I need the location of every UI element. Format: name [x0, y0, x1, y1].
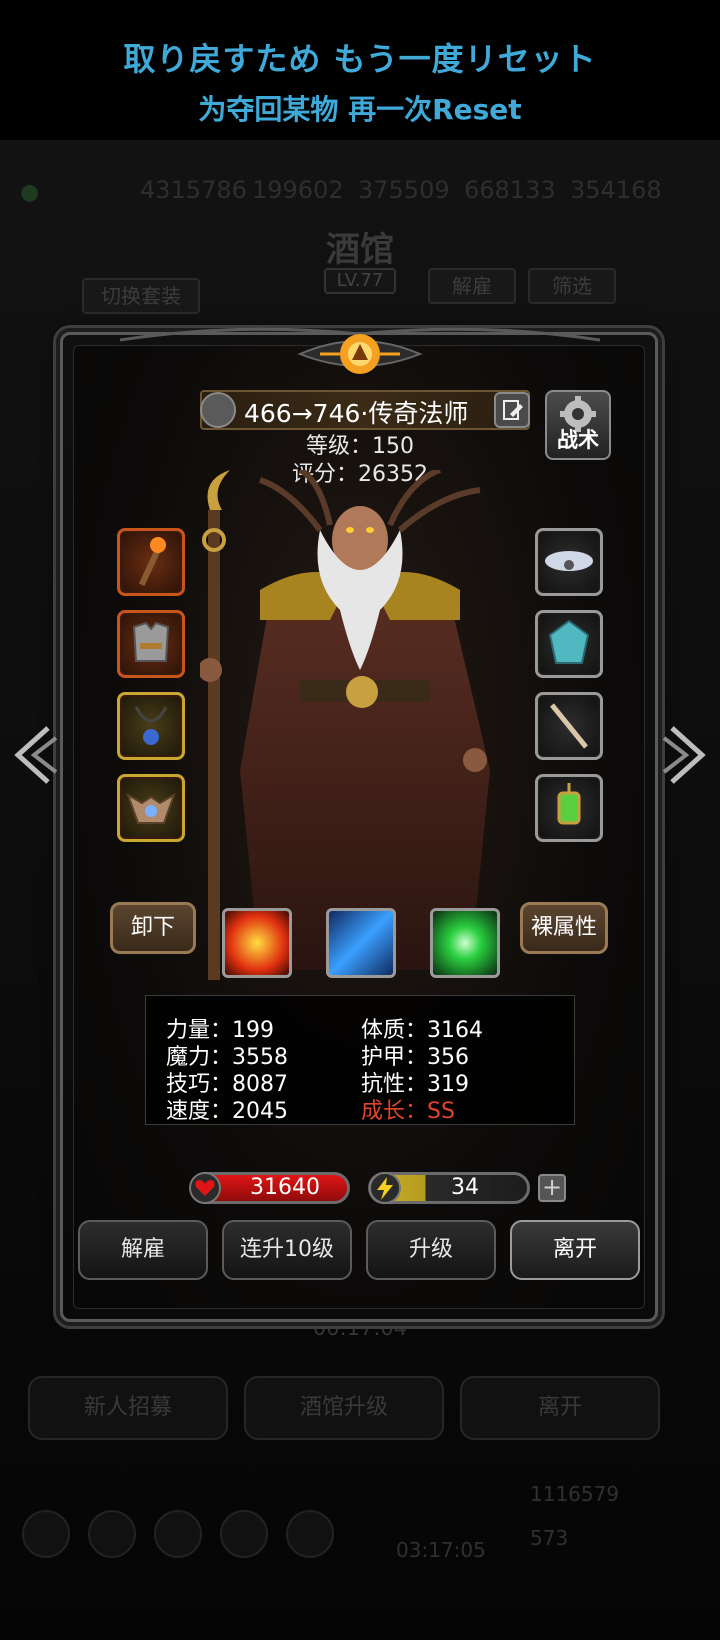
equip-slot-accessory-4[interactable]: [535, 774, 603, 842]
level-up-button[interactable]: 升级: [366, 1220, 496, 1280]
previous-hero-arrow-icon[interactable]: [8, 720, 58, 790]
crest-emblem-icon: [297, 334, 423, 374]
equip-slot-weapon[interactable]: [117, 528, 185, 596]
dismiss-button[interactable]: 解雇: [78, 1220, 208, 1280]
equip-slot-helm[interactable]: [117, 774, 185, 842]
naked-stats-button[interactable]: 裸属性: [520, 902, 608, 954]
nav-icon: [22, 1510, 70, 1558]
unequip-button[interactable]: 卸下: [110, 902, 196, 954]
energy-value: 34: [451, 1175, 479, 1200]
bg-dismiss-button: 解雇: [428, 268, 516, 304]
bg-filter-button: 筛选: [528, 268, 616, 304]
resource-value: 375509: [358, 176, 450, 204]
hp-value: 31640: [250, 1175, 320, 1200]
resource-value: 199602: [252, 176, 344, 204]
tavern-title: 酒馆: [326, 230, 394, 270]
level-up-10-button[interactable]: 连升10级: [222, 1220, 352, 1280]
resource-icon: ●: [20, 180, 40, 205]
staff-icon: [138, 537, 166, 586]
stat-growth: 成长：SS: [361, 1099, 455, 1124]
equip-slot-accessory-1[interactable]: [535, 528, 603, 596]
lightning-icon: [369, 1172, 401, 1204]
switch-outfit-button: 切换套装: [82, 278, 200, 314]
gold-amount: 1116579: [530, 1482, 620, 1506]
rename-button[interactable]: [494, 392, 530, 428]
resource-row: ● 4315786 199602 375509 668133 354168: [0, 176, 720, 216]
hero-name: 466→746·传奇法师: [244, 399, 469, 428]
tavern-level: LV.77: [324, 268, 396, 294]
tactics-label: 战术: [557, 428, 599, 452]
resource-value: 354168: [570, 176, 662, 204]
nav-icon: [286, 1510, 334, 1558]
ice-skill-icon[interactable]: [326, 908, 396, 978]
resource-value: 4315786: [140, 176, 247, 204]
promo-title-chinese: 为夺回某物 再一次Reset: [198, 93, 522, 126]
fire-skill-icon[interactable]: [222, 908, 292, 978]
tavern-upgrade-button: 酒馆升级: [244, 1376, 444, 1440]
wand-icon: [550, 703, 588, 749]
lantern-icon: [557, 783, 581, 825]
heart-icon: [189, 1172, 221, 1204]
chest-timer: 03:17:05: [396, 1538, 486, 1562]
gem-amount: 573: [530, 1526, 569, 1550]
nav-icon: [154, 1510, 202, 1558]
equip-slot-necklace[interactable]: [117, 692, 185, 760]
edit-icon: [503, 400, 523, 420]
tactics-button[interactable]: 战术: [545, 390, 611, 460]
add-energy-button[interactable]: +: [538, 1174, 566, 1202]
helm-icon: [126, 792, 176, 824]
gem-icon: [548, 619, 590, 664]
recruit-button: 新人招募: [28, 1376, 228, 1440]
stat-speed: 速度：2045: [166, 1099, 288, 1124]
next-hero-arrow-icon[interactable]: [662, 720, 712, 790]
leave-button[interactable]: 离开: [510, 1220, 640, 1280]
equip-slot-armor[interactable]: [117, 610, 185, 678]
promo-title-japanese: 取り戻すため もう一度リセット: [123, 40, 597, 78]
cloud-icon: [545, 551, 593, 571]
nav-icon: [88, 1510, 136, 1558]
stats-panel: 力量：199 体质：3164 魔力：3558 护甲：356 技巧：8087 抗性…: [145, 995, 575, 1125]
equip-slot-accessory-2[interactable]: [535, 610, 603, 678]
bg-leave-button: 离开: [460, 1376, 660, 1440]
equip-slot-accessory-3[interactable]: [535, 692, 603, 760]
resource-value: 668133: [464, 176, 556, 204]
necklace-icon: [134, 706, 168, 745]
rank-badge-icon: [200, 392, 236, 428]
armor-icon: [132, 621, 170, 662]
nature-skill-icon[interactable]: [430, 908, 500, 978]
nav-icon: [220, 1510, 268, 1558]
